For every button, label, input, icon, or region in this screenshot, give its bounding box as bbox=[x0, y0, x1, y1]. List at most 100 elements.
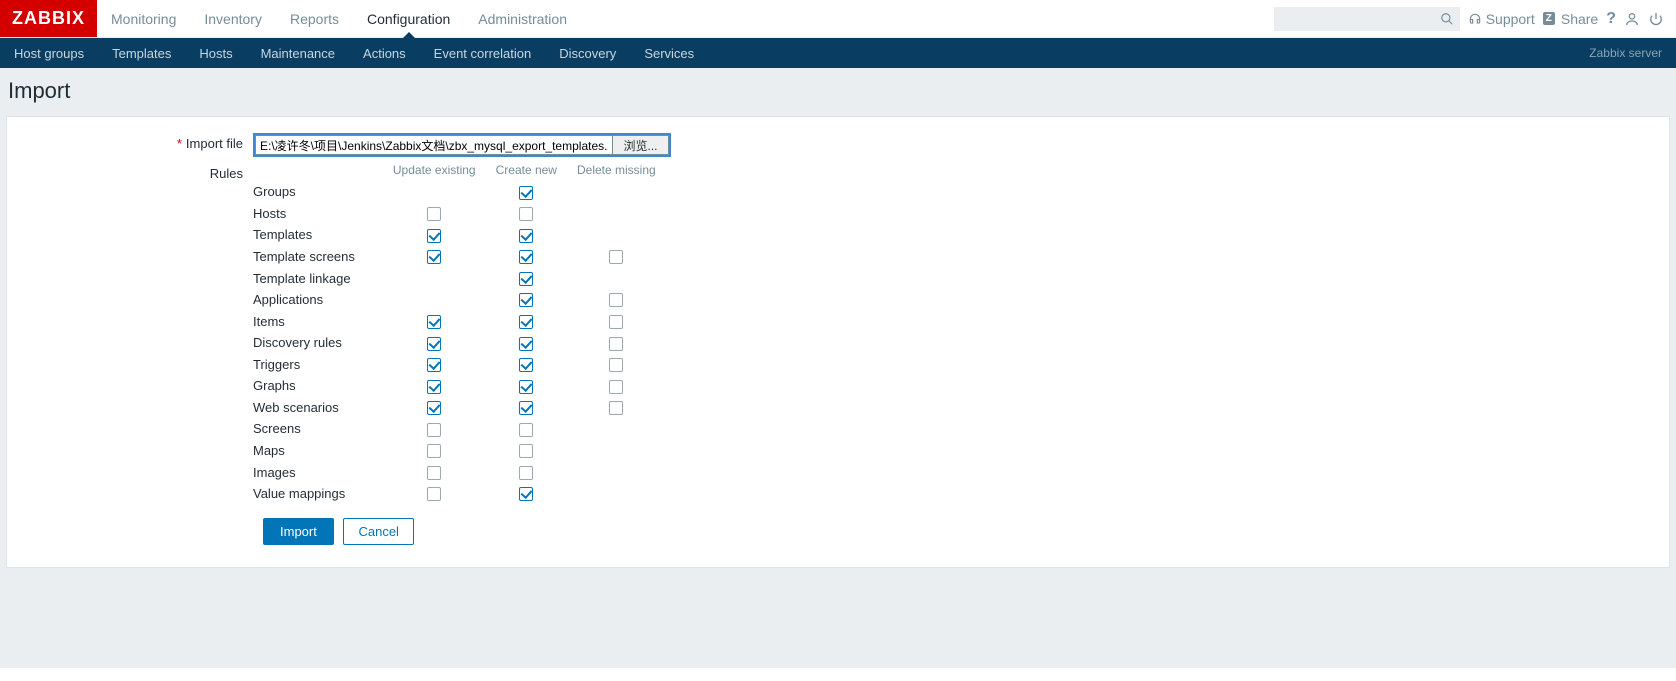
main-menu-administration[interactable]: Administration bbox=[464, 0, 581, 37]
share-badge-icon: Z bbox=[1543, 12, 1555, 25]
sub-menu-hosts[interactable]: Hosts bbox=[185, 38, 246, 68]
checkbox-delete[interactable] bbox=[609, 315, 623, 329]
top-navbar: ZABBIX MonitoringInventoryReportsConfigu… bbox=[0, 0, 1676, 38]
logo[interactable]: ZABBIX bbox=[0, 0, 97, 37]
rules-row: Templates bbox=[253, 224, 666, 246]
support-link[interactable]: Support bbox=[1468, 11, 1535, 27]
main-menu-reports[interactable]: Reports bbox=[276, 0, 353, 37]
sub-menu-discovery[interactable]: Discovery bbox=[545, 38, 630, 68]
headset-icon bbox=[1468, 12, 1482, 26]
checkbox-create[interactable] bbox=[519, 358, 533, 372]
help-icon[interactable]: ? bbox=[1606, 10, 1616, 28]
checkbox-create[interactable] bbox=[519, 315, 533, 329]
page-title: Import bbox=[0, 68, 1676, 116]
checkbox-create[interactable] bbox=[519, 444, 533, 458]
rules-row: Maps bbox=[253, 440, 666, 462]
rules-table: Update existingCreate newDelete missing … bbox=[253, 163, 666, 504]
checkbox-update[interactable] bbox=[427, 358, 441, 372]
checkbox-update[interactable] bbox=[427, 315, 441, 329]
rules-header: Create new bbox=[486, 163, 567, 181]
file-input-wrap: 浏览... bbox=[253, 133, 671, 157]
search-icon[interactable] bbox=[1440, 11, 1454, 27]
rules-row: Graphs bbox=[253, 375, 666, 397]
browse-button[interactable]: 浏览... bbox=[613, 135, 669, 155]
checkbox-create[interactable] bbox=[519, 229, 533, 243]
form-buttons: Import Cancel bbox=[263, 518, 1669, 545]
cancel-button[interactable]: Cancel bbox=[343, 518, 413, 545]
checkbox-create[interactable] bbox=[519, 487, 533, 501]
search-input[interactable] bbox=[1274, 7, 1460, 31]
checkbox-create[interactable] bbox=[519, 380, 533, 394]
checkbox-delete[interactable] bbox=[609, 401, 623, 415]
checkbox-update[interactable] bbox=[427, 207, 441, 221]
import-form-panel: *Import file 浏览... Rules Update existing… bbox=[6, 116, 1670, 568]
checkbox-create[interactable] bbox=[519, 337, 533, 351]
checkbox-delete[interactable] bbox=[609, 293, 623, 307]
checkbox-delete[interactable] bbox=[609, 250, 623, 264]
power-icon[interactable] bbox=[1648, 11, 1664, 27]
rule-name: Hosts bbox=[253, 203, 383, 225]
rules-row: Discovery rules bbox=[253, 332, 666, 354]
checkbox-update[interactable] bbox=[427, 466, 441, 480]
checkbox-create[interactable] bbox=[519, 423, 533, 437]
global-search bbox=[1274, 7, 1460, 31]
sub-menu-actions[interactable]: Actions bbox=[349, 38, 420, 68]
rule-name: Template screens bbox=[253, 246, 383, 268]
rules-row: Items bbox=[253, 310, 666, 332]
rules-row: Groups bbox=[253, 181, 666, 203]
checkbox-create[interactable] bbox=[519, 272, 533, 286]
checkbox-update[interactable] bbox=[427, 380, 441, 394]
checkbox-update[interactable] bbox=[427, 337, 441, 351]
sub-menu-templates[interactable]: Templates bbox=[98, 38, 185, 68]
rules-row: Value mappings bbox=[253, 483, 666, 505]
checkbox-update[interactable] bbox=[427, 444, 441, 458]
rules-label: Rules bbox=[7, 163, 253, 185]
sub-menu-maintenance[interactable]: Maintenance bbox=[247, 38, 349, 68]
rule-name: Graphs bbox=[253, 375, 383, 397]
rule-name: Applications bbox=[253, 289, 383, 311]
server-name[interactable]: Zabbix server bbox=[1575, 38, 1676, 68]
rules-row: Template linkage bbox=[253, 267, 666, 289]
share-link[interactable]: Z Share bbox=[1543, 11, 1598, 27]
main-menu: MonitoringInventoryReportsConfigurationA… bbox=[97, 0, 581, 37]
checkbox-create[interactable] bbox=[519, 207, 533, 221]
rule-name: Maps bbox=[253, 440, 383, 462]
rules-header: Delete missing bbox=[567, 163, 666, 181]
rule-name: Items bbox=[253, 310, 383, 332]
checkbox-create[interactable] bbox=[519, 186, 533, 200]
rule-name: Value mappings bbox=[253, 483, 383, 505]
rules-row: Web scenarios bbox=[253, 397, 666, 419]
checkbox-delete[interactable] bbox=[609, 337, 623, 351]
main-menu-inventory[interactable]: Inventory bbox=[190, 0, 276, 37]
checkbox-create[interactable] bbox=[519, 293, 533, 307]
file-path-input[interactable] bbox=[255, 135, 613, 155]
checkbox-update[interactable] bbox=[427, 250, 441, 264]
page-body: Import *Import file 浏览... Rules Update e… bbox=[0, 68, 1676, 668]
checkbox-create[interactable] bbox=[519, 250, 533, 264]
checkbox-update[interactable] bbox=[427, 487, 441, 501]
checkbox-update[interactable] bbox=[427, 401, 441, 415]
checkbox-create[interactable] bbox=[519, 401, 533, 415]
sub-menu-services[interactable]: Services bbox=[630, 38, 708, 68]
checkbox-create[interactable] bbox=[519, 466, 533, 480]
main-menu-configuration[interactable]: Configuration bbox=[353, 0, 464, 37]
rule-name: Template linkage bbox=[253, 267, 383, 289]
user-icon[interactable] bbox=[1624, 11, 1640, 27]
rule-name: Images bbox=[253, 461, 383, 483]
checkbox-update[interactable] bbox=[427, 423, 441, 437]
import-file-label: *Import file bbox=[7, 133, 253, 155]
sub-menu-host-groups[interactable]: Host groups bbox=[0, 38, 98, 68]
rule-name: Groups bbox=[253, 181, 383, 203]
sub-menu-event-correlation[interactable]: Event correlation bbox=[420, 38, 546, 68]
rule-name: Screens bbox=[253, 418, 383, 440]
rules-row: Screens bbox=[253, 418, 666, 440]
rules-header: Update existing bbox=[383, 163, 486, 181]
rules-row: Hosts bbox=[253, 203, 666, 225]
checkbox-update[interactable] bbox=[427, 229, 441, 243]
rules-row: Template screens bbox=[253, 246, 666, 268]
main-menu-monitoring[interactable]: Monitoring bbox=[97, 0, 190, 37]
rule-name: Discovery rules bbox=[253, 332, 383, 354]
import-button[interactable]: Import bbox=[263, 518, 334, 545]
checkbox-delete[interactable] bbox=[609, 380, 623, 394]
checkbox-delete[interactable] bbox=[609, 358, 623, 372]
